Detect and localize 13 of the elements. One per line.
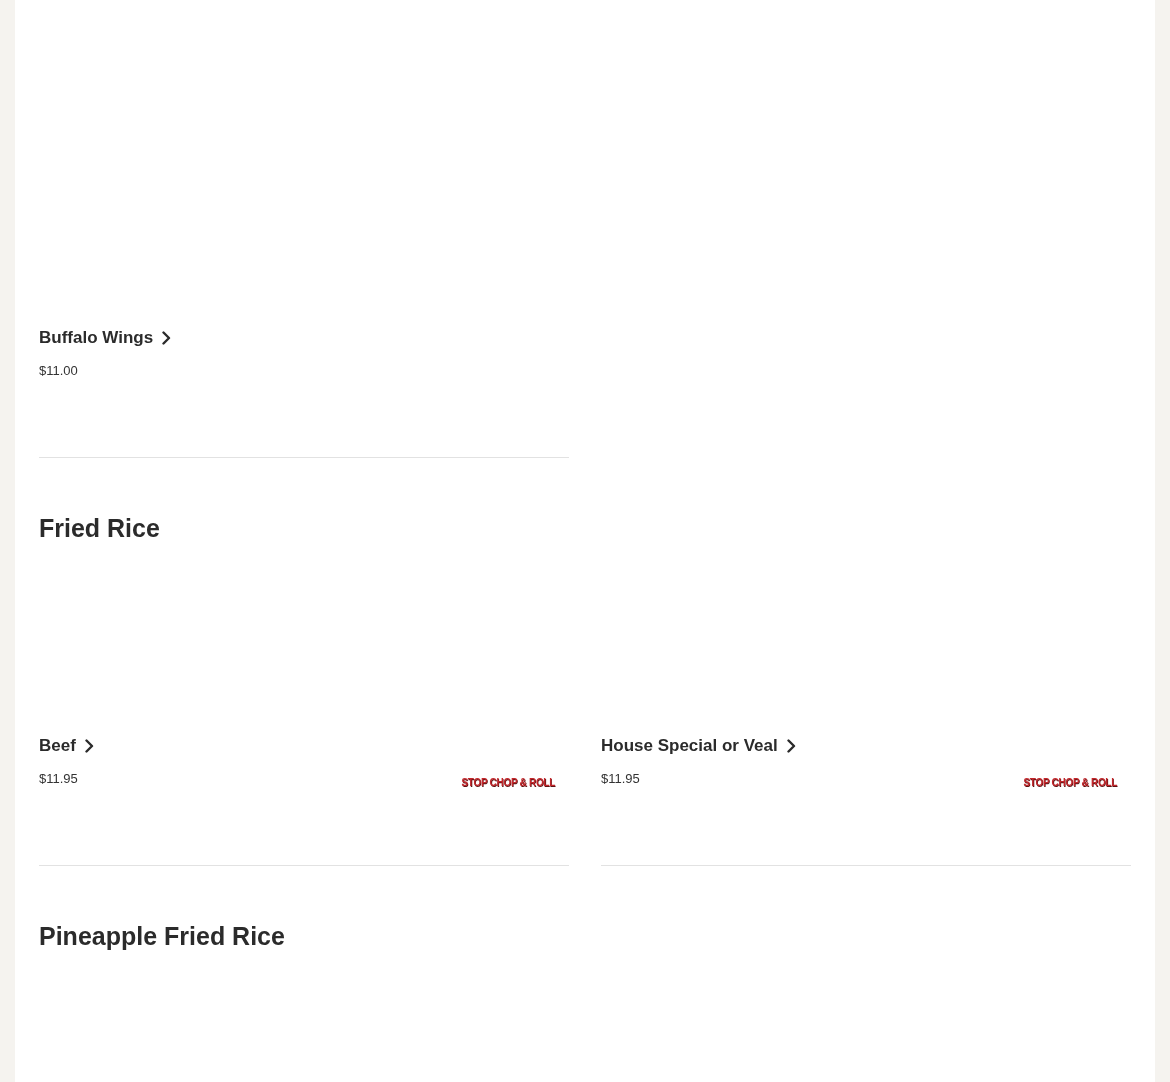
chevron-right-icon[interactable] xyxy=(84,739,94,753)
item-name[interactable]: House Special or Veal xyxy=(601,736,778,756)
chevron-right-icon[interactable] xyxy=(162,331,172,345)
chevron-right-icon[interactable] xyxy=(786,739,796,753)
section-heading: Fried Rice xyxy=(39,513,160,543)
restaurant-logo: STOP CHOP & ROLL xyxy=(461,776,555,790)
restaurant-logo: STOP CHOP & ROLL xyxy=(1023,776,1117,790)
item-name[interactable]: Beef xyxy=(39,736,76,756)
item-price: $11.00 xyxy=(39,362,78,380)
section-heading: Pineapple Fried Rice xyxy=(39,921,285,951)
item-price: $11.95 xyxy=(601,770,640,788)
item-price: $11.95 xyxy=(39,770,78,788)
item-name[interactable]: Buffalo Wings xyxy=(39,328,154,348)
